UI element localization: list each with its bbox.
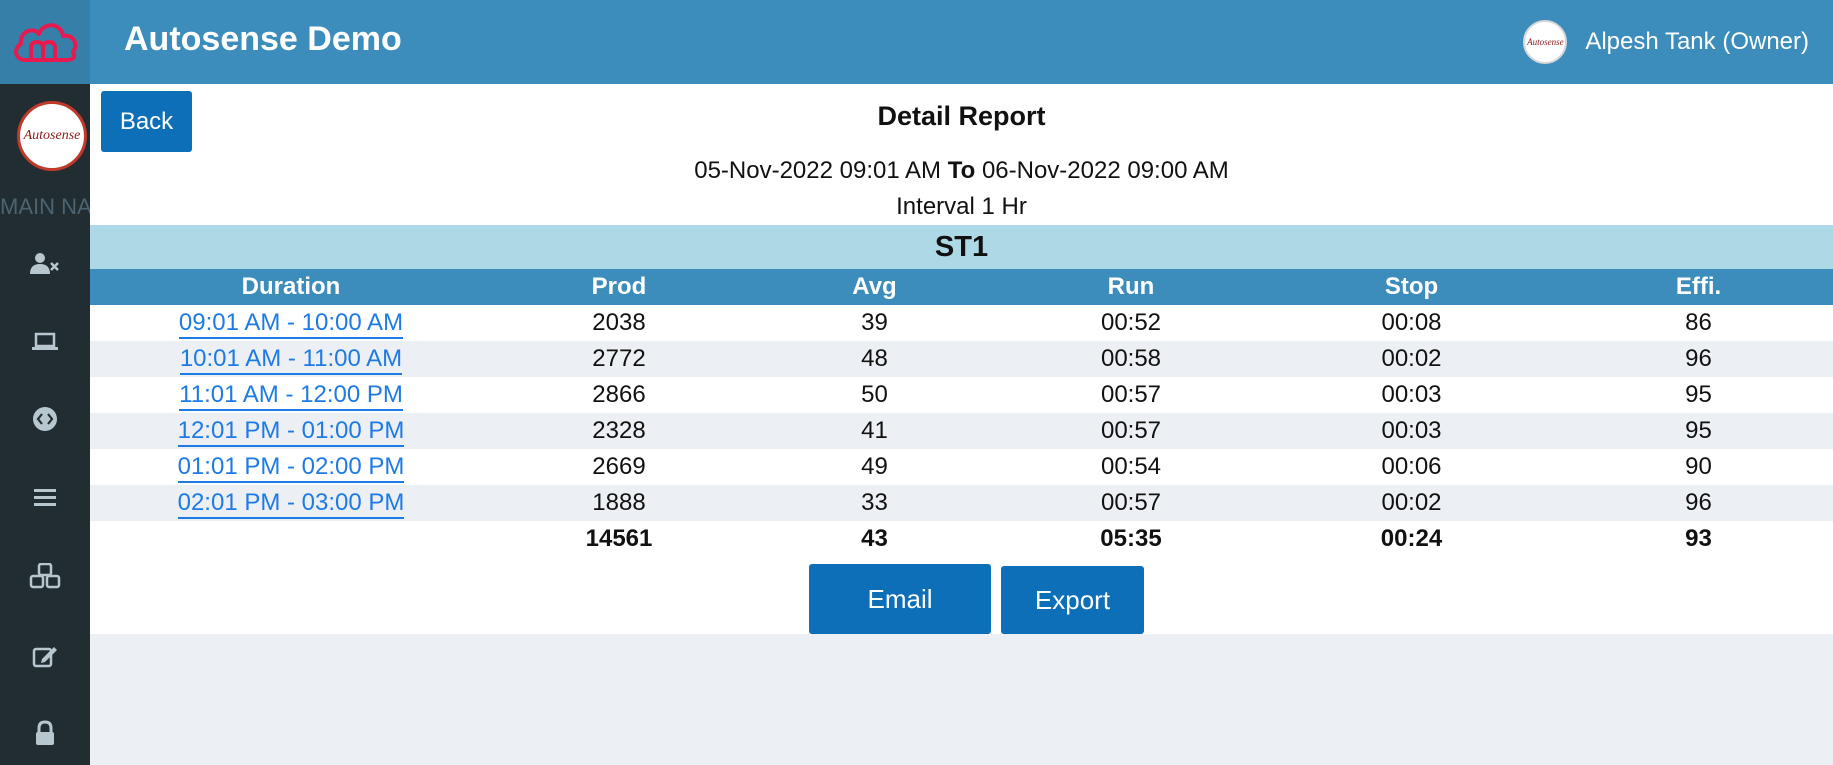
report-table: Duration Prod Avg Run Stop Effi. 09:01 A…	[90, 269, 1833, 557]
report-actions: Email Export	[90, 564, 1833, 634]
table-row: 01:01 PM - 02:00 PM 2669 49 00:54 00:06 …	[90, 449, 1833, 485]
prod-cell: 2866	[592, 381, 646, 408]
export-button[interactable]: Export	[1001, 566, 1144, 634]
prod-cell: 2038	[592, 309, 646, 336]
main-nav-label: MAIN NAVIGATION	[0, 194, 90, 219]
table-row: 02:01 PM - 03:00 PM 1888 33 00:57 00:02 …	[90, 485, 1833, 521]
table-row: 11:01 AM - 12:00 PM 2866 50 00:57 00:03 …	[90, 377, 1833, 413]
company-avatar: Autosense	[17, 101, 87, 171]
code-circle-icon	[33, 407, 57, 431]
station-header: ST1	[90, 225, 1833, 269]
totals-row: 14561 43 05:35 00:24 93	[90, 521, 1833, 557]
column-header: Avg	[746, 269, 1003, 305]
table-header-row: Duration Prod Avg Run Stop Effi.	[90, 269, 1833, 305]
user-avatar-text: Autosense	[1527, 37, 1564, 47]
effi-cell: 86	[1685, 309, 1712, 336]
avg-cell: 39	[861, 309, 888, 336]
column-header: Effi.	[1564, 269, 1833, 305]
user-menu[interactable]: Autosense Alpesh Tank (Owner)	[1523, 0, 1833, 84]
run-cell: 00:52	[1100, 309, 1162, 336]
laptop-icon	[32, 332, 58, 350]
totals-label-cell	[90, 521, 492, 557]
date-to-word: To	[947, 157, 976, 184]
interval-label: Interval 1 Hr	[896, 193, 1027, 220]
stop-cell: 00:06	[1381, 453, 1442, 480]
email-button[interactable]: Email	[809, 564, 991, 634]
date-to: 06-Nov-2022 09:00 AM	[981, 157, 1229, 184]
report-panel: Back Detail Report 05-Nov-2022 09:01 AM …	[90, 84, 1833, 634]
sidebar-item-cubes[interactable]	[25, 556, 65, 596]
prod-cell: 2772	[492, 341, 746, 377]
sidebar-item-edit[interactable]	[25, 636, 65, 676]
cloud-logo-icon	[14, 23, 78, 62]
duration-link[interactable]: 11:01 AM - 12:00 PM	[179, 381, 403, 411]
run-cell: 00:57	[1003, 485, 1259, 521]
edit-icon	[32, 647, 57, 668]
prod-cell: 2328	[492, 413, 746, 449]
table-row: 09:01 AM - 10:00 AM 2038 39 00:52 00:08 …	[90, 305, 1833, 341]
sidebar-item-user-remove[interactable]	[25, 244, 65, 284]
sidebar-item-menu[interactable]	[25, 477, 65, 517]
table-row: 12:01 PM - 01:00 PM 2328 41 00:57 00:03 …	[90, 413, 1833, 449]
prod-cell: 2669	[592, 453, 646, 480]
effi-cell: 96	[1564, 485, 1833, 521]
total-stop: 00:24	[1259, 521, 1564, 557]
duration-link[interactable]: 01:01 PM - 02:00 PM	[177, 453, 405, 483]
avg-cell: 48	[746, 341, 1003, 377]
app-title: Autosense Demo	[124, 20, 402, 58]
date-from: 05-Nov-2022 09:01 AM	[694, 157, 942, 184]
column-header: Prod	[492, 269, 746, 305]
stop-cell: 00:02	[1259, 485, 1564, 521]
stop-cell: 00:02	[1259, 341, 1564, 377]
duration-link[interactable]: 10:01 AM - 11:00 AM	[179, 345, 403, 375]
run-cell: 00:54	[1100, 453, 1162, 480]
stop-cell: 00:03	[1381, 381, 1442, 408]
stop-cell: 00:03	[1259, 413, 1564, 449]
sidebar: Autosense MAIN NAVIGATION	[0, 0, 90, 765]
user-avatar: Autosense	[1523, 20, 1568, 64]
table-row: 10:01 AM - 11:00 AM 2772 48 00:58 00:02 …	[90, 341, 1833, 377]
column-header: Stop	[1259, 269, 1564, 305]
effi-cell: 90	[1685, 453, 1712, 480]
lock-icon	[36, 720, 54, 745]
column-header: Run	[1003, 269, 1259, 305]
avg-cell: 49	[861, 453, 888, 480]
user-name: Alpesh Tank (Owner)	[1585, 28, 1809, 55]
cubes-icon	[29, 563, 61, 589]
effi-cell: 96	[1564, 341, 1833, 377]
user-remove-icon	[30, 253, 59, 274]
avg-cell: 41	[746, 413, 1003, 449]
total-effi: 93	[1564, 521, 1833, 557]
total-run: 05:35	[1003, 521, 1259, 557]
report-title: Detail Report	[877, 101, 1046, 131]
stop-cell: 00:08	[1381, 309, 1442, 336]
sidebar-item-laptop[interactable]	[25, 322, 65, 362]
sidebar-item-code[interactable]	[25, 399, 65, 439]
run-cell: 00:57	[1100, 381, 1162, 408]
company-avatar-text: Autosense	[23, 128, 81, 143]
duration-link[interactable]: 09:01 AM - 10:00 AM	[178, 309, 404, 339]
top-header: Autosense Demo Autosense Alpesh Tank (Ow…	[90, 0, 1833, 84]
prod-cell: 1888	[492, 485, 746, 521]
run-cell: 00:57	[1003, 413, 1259, 449]
menu-list-icon	[34, 489, 56, 506]
total-avg: 43	[746, 521, 1003, 557]
total-prod: 14561	[492, 521, 746, 557]
effi-cell: 95	[1685, 381, 1712, 408]
brand-logo[interactable]	[0, 0, 90, 84]
avg-cell: 33	[746, 485, 1003, 521]
run-cell: 00:58	[1003, 341, 1259, 377]
effi-cell: 95	[1564, 413, 1833, 449]
duration-link[interactable]: 12:01 PM - 01:00 PM	[177, 417, 405, 447]
avg-cell: 50	[861, 381, 888, 408]
duration-link[interactable]: 02:01 PM - 03:00 PM	[177, 489, 405, 519]
sidebar-item-lock[interactable]	[25, 713, 65, 753]
column-header: Duration	[90, 269, 492, 305]
date-range: 05-Nov-2022 09:01 AM To 06-Nov-2022 09:0…	[90, 157, 1833, 185]
